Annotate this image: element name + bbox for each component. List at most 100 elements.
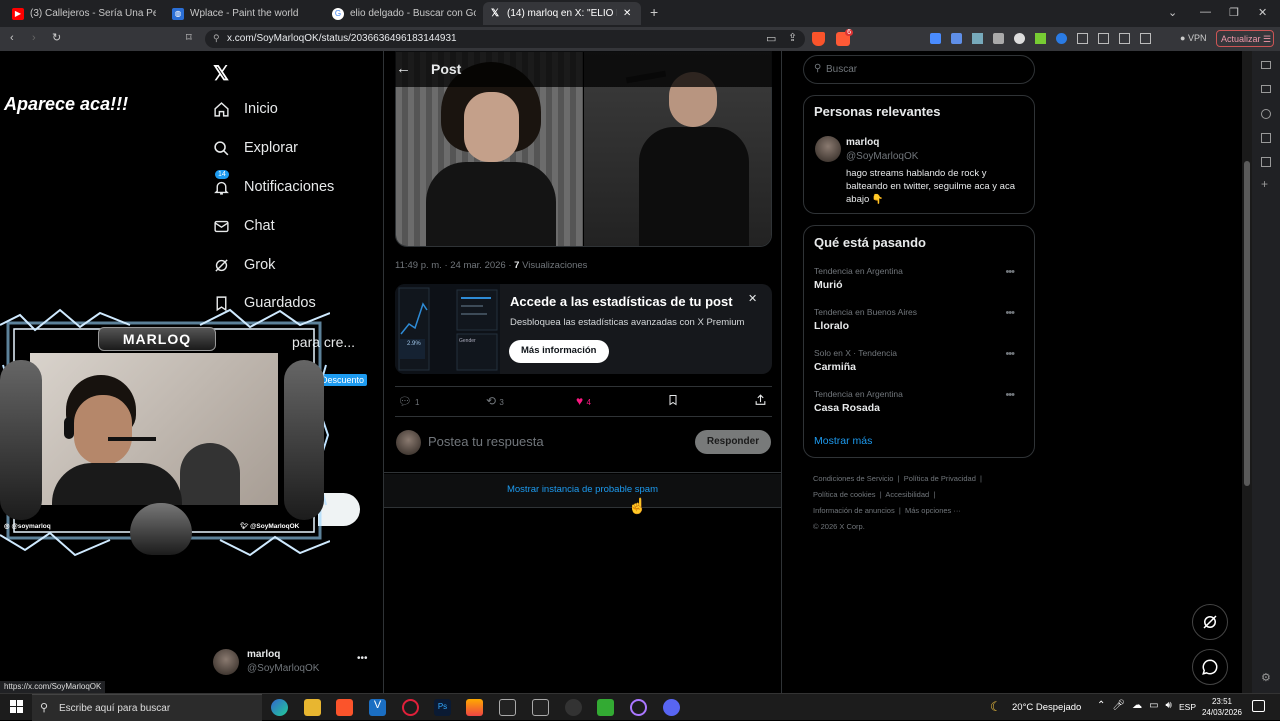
show-spam-link[interactable]: Mostrar instancia de probable spam	[384, 474, 781, 508]
maximize-button[interactable]: ❐	[1229, 6, 1239, 19]
fl-studio-icon[interactable]	[466, 699, 483, 716]
moon-weather-icon[interactable]: ☾	[990, 699, 1002, 715]
gear-icon[interactable]: ⚙	[1261, 671, 1271, 684]
trend-item[interactable]: Solo en X · Tendencia Carmiña •••	[814, 348, 1024, 373]
sidebar-item-notificaciones[interactable]: 14 Notificaciones	[213, 169, 334, 201]
language-indicator[interactable]: ESP	[1179, 702, 1196, 712]
more-info-button[interactable]: Más información	[509, 340, 609, 363]
app-icon[interactable]	[630, 699, 647, 716]
notification-center-icon[interactable]	[1252, 700, 1265, 712]
brave-icon[interactable]	[336, 699, 353, 716]
wallet-icon[interactable]	[1140, 33, 1151, 44]
reload-icon[interactable]: ↻	[52, 31, 61, 44]
footer-link[interactable]: Información de anuncios	[813, 506, 895, 515]
close-tab-icon[interactable]: ✕	[623, 8, 631, 19]
brave-rewards-icon[interactable]: 6	[836, 29, 853, 46]
sidebar-item-inicio[interactable]: Inicio	[213, 95, 278, 123]
photoshop-icon[interactable]: Ps	[434, 699, 451, 716]
tab-wplace[interactable]: ◍ Wplace - Paint the world	[166, 2, 316, 25]
opera-icon[interactable]	[402, 699, 419, 716]
panel-icon[interactable]	[1261, 157, 1271, 167]
back-arrow-icon[interactable]: ←	[396, 60, 411, 77]
close-window-button[interactable]: ✕	[1258, 6, 1267, 19]
panel-icon[interactable]	[1261, 85, 1271, 93]
music-icon[interactable]	[1098, 33, 1109, 44]
file-explorer-icon[interactable]	[304, 699, 321, 716]
footer-link[interactable]: Accesibilidad	[885, 490, 929, 499]
tab-callejeros[interactable]: ▶ (3) Callejeros - Sería Una Pena (l...	[6, 2, 156, 25]
extension-icon[interactable]	[951, 33, 962, 44]
account-switcher[interactable]: marloq @SoyMarloqOK •••	[213, 649, 373, 679]
grok-float-button[interactable]	[1192, 604, 1228, 640]
brave-shield-icon[interactable]	[812, 32, 825, 46]
app-icon[interactable]	[499, 699, 516, 716]
show-more-link[interactable]: Mostrar más	[814, 435, 872, 447]
footer-link[interactable]: Política de Privacidad	[904, 474, 976, 483]
panel-icon[interactable]	[1261, 133, 1271, 143]
scrollbar-thumb[interactable]	[1244, 161, 1250, 486]
system-tray-icons[interactable]: ⌃🎤︎☁▭🔊︎	[1097, 700, 1179, 711]
new-tab-button[interactable]: +	[650, 4, 658, 20]
tab-x-post[interactable]: 𝕏 (14) marloq en X: "ELIO DELGA... ✕	[483, 2, 641, 25]
panel-icon[interactable]	[1261, 109, 1271, 119]
chevron-down-icon[interactable]: ⌄	[1168, 6, 1177, 19]
panel-icon[interactable]	[1261, 61, 1271, 69]
extension-icon[interactable]	[993, 33, 1004, 44]
taskbar-search[interactable]: ⚲ Escribe aquí para buscar	[32, 694, 262, 721]
share-icon[interactable]	[754, 393, 767, 412]
clock[interactable]: 23:51 24/03/2026	[1200, 696, 1244, 718]
site-info-icon[interactable]: ⚲	[213, 33, 220, 44]
trend-item[interactable]: Tendencia en Argentina Murió •••	[814, 266, 1024, 291]
calendar-app-icon[interactable]	[597, 699, 614, 716]
reply-input[interactable]: Postea tu respuesta	[428, 434, 544, 449]
extension-icon[interactable]	[972, 33, 983, 44]
back-icon[interactable]: ‹	[10, 32, 14, 44]
windows-start-icon[interactable]	[10, 700, 23, 713]
like-action[interactable]: ♥ 4	[576, 394, 591, 408]
add-panel-icon[interactable]: +	[1261, 177, 1268, 191]
more-icon[interactable]: •••	[1005, 266, 1015, 278]
sidebar-toggle-icon[interactable]	[1119, 33, 1130, 44]
minimize-button[interactable]: —	[1200, 6, 1211, 18]
extension-icon[interactable]	[930, 33, 941, 44]
trend-item[interactable]: Tendencia en Buenos Aires Lloralo •••	[814, 307, 1024, 332]
tab-google[interactable]: G elio delgado - Buscar con Google	[326, 2, 476, 25]
search-input[interactable]: ⚲ Buscar	[803, 55, 1035, 84]
more-icon[interactable]: •••	[1005, 307, 1015, 319]
more-icon[interactable]: •••	[1005, 389, 1015, 401]
repost-action[interactable]: ⟲ 3	[486, 394, 504, 408]
obs-icon[interactable]	[565, 699, 582, 716]
bookmark-icon[interactable]	[667, 393, 679, 412]
sidebar-item-chat[interactable]: Chat	[213, 212, 275, 240]
cast-icon[interactable]: ▭	[766, 32, 776, 45]
extension-icon[interactable]	[1014, 33, 1025, 44]
discord-icon[interactable]	[663, 699, 680, 716]
x-logo-icon[interactable]: 𝕏	[213, 61, 229, 86]
vegas-icon[interactable]: V	[369, 699, 386, 716]
vpn-button[interactable]: ● VPN	[1180, 33, 1206, 43]
avatar[interactable]	[815, 136, 841, 162]
app-icon[interactable]	[532, 699, 549, 716]
more-icon[interactable]: •••	[1005, 348, 1015, 360]
extension-icon[interactable]	[1056, 33, 1067, 44]
share-icon[interactable]: ⇪	[788, 31, 797, 44]
sidebar-item-explorar[interactable]: Explorar	[213, 134, 298, 162]
post-time[interactable]: 11:49 p. m. · 24 mar. 2026 ·	[395, 260, 514, 271]
reply-button[interactable]: Responder	[695, 430, 771, 454]
address-bar[interactable]: ⚲ x.com/SoyMarloqOK/status/2036636496183…	[205, 30, 805, 48]
extension-icon[interactable]	[1035, 33, 1046, 44]
forward-icon[interactable]: ›	[32, 32, 36, 44]
footer-link[interactable]: Condiciones de Servicio	[813, 474, 893, 483]
more-icon[interactable]: •••	[357, 653, 368, 664]
update-button[interactable]: Actualizar ☰	[1216, 30, 1274, 47]
puzzle-icon[interactable]	[1077, 33, 1088, 44]
trend-item[interactable]: Tendencia en Argentina Casa Rosada •••	[814, 389, 1024, 414]
edge-icon[interactable]	[271, 699, 288, 716]
bookmark-page-icon[interactable]: ⌑	[186, 31, 192, 44]
scrollbar[interactable]	[1242, 51, 1252, 693]
sidebar-item-grok[interactable]: Grok	[213, 251, 275, 279]
footer-link[interactable]: Más opciones ···	[905, 506, 961, 515]
relevant-name[interactable]: marloq	[846, 137, 879, 148]
footer-link[interactable]: Política de cookies	[813, 490, 876, 499]
reply-action[interactable]: 💬︎ 1	[398, 395, 419, 408]
